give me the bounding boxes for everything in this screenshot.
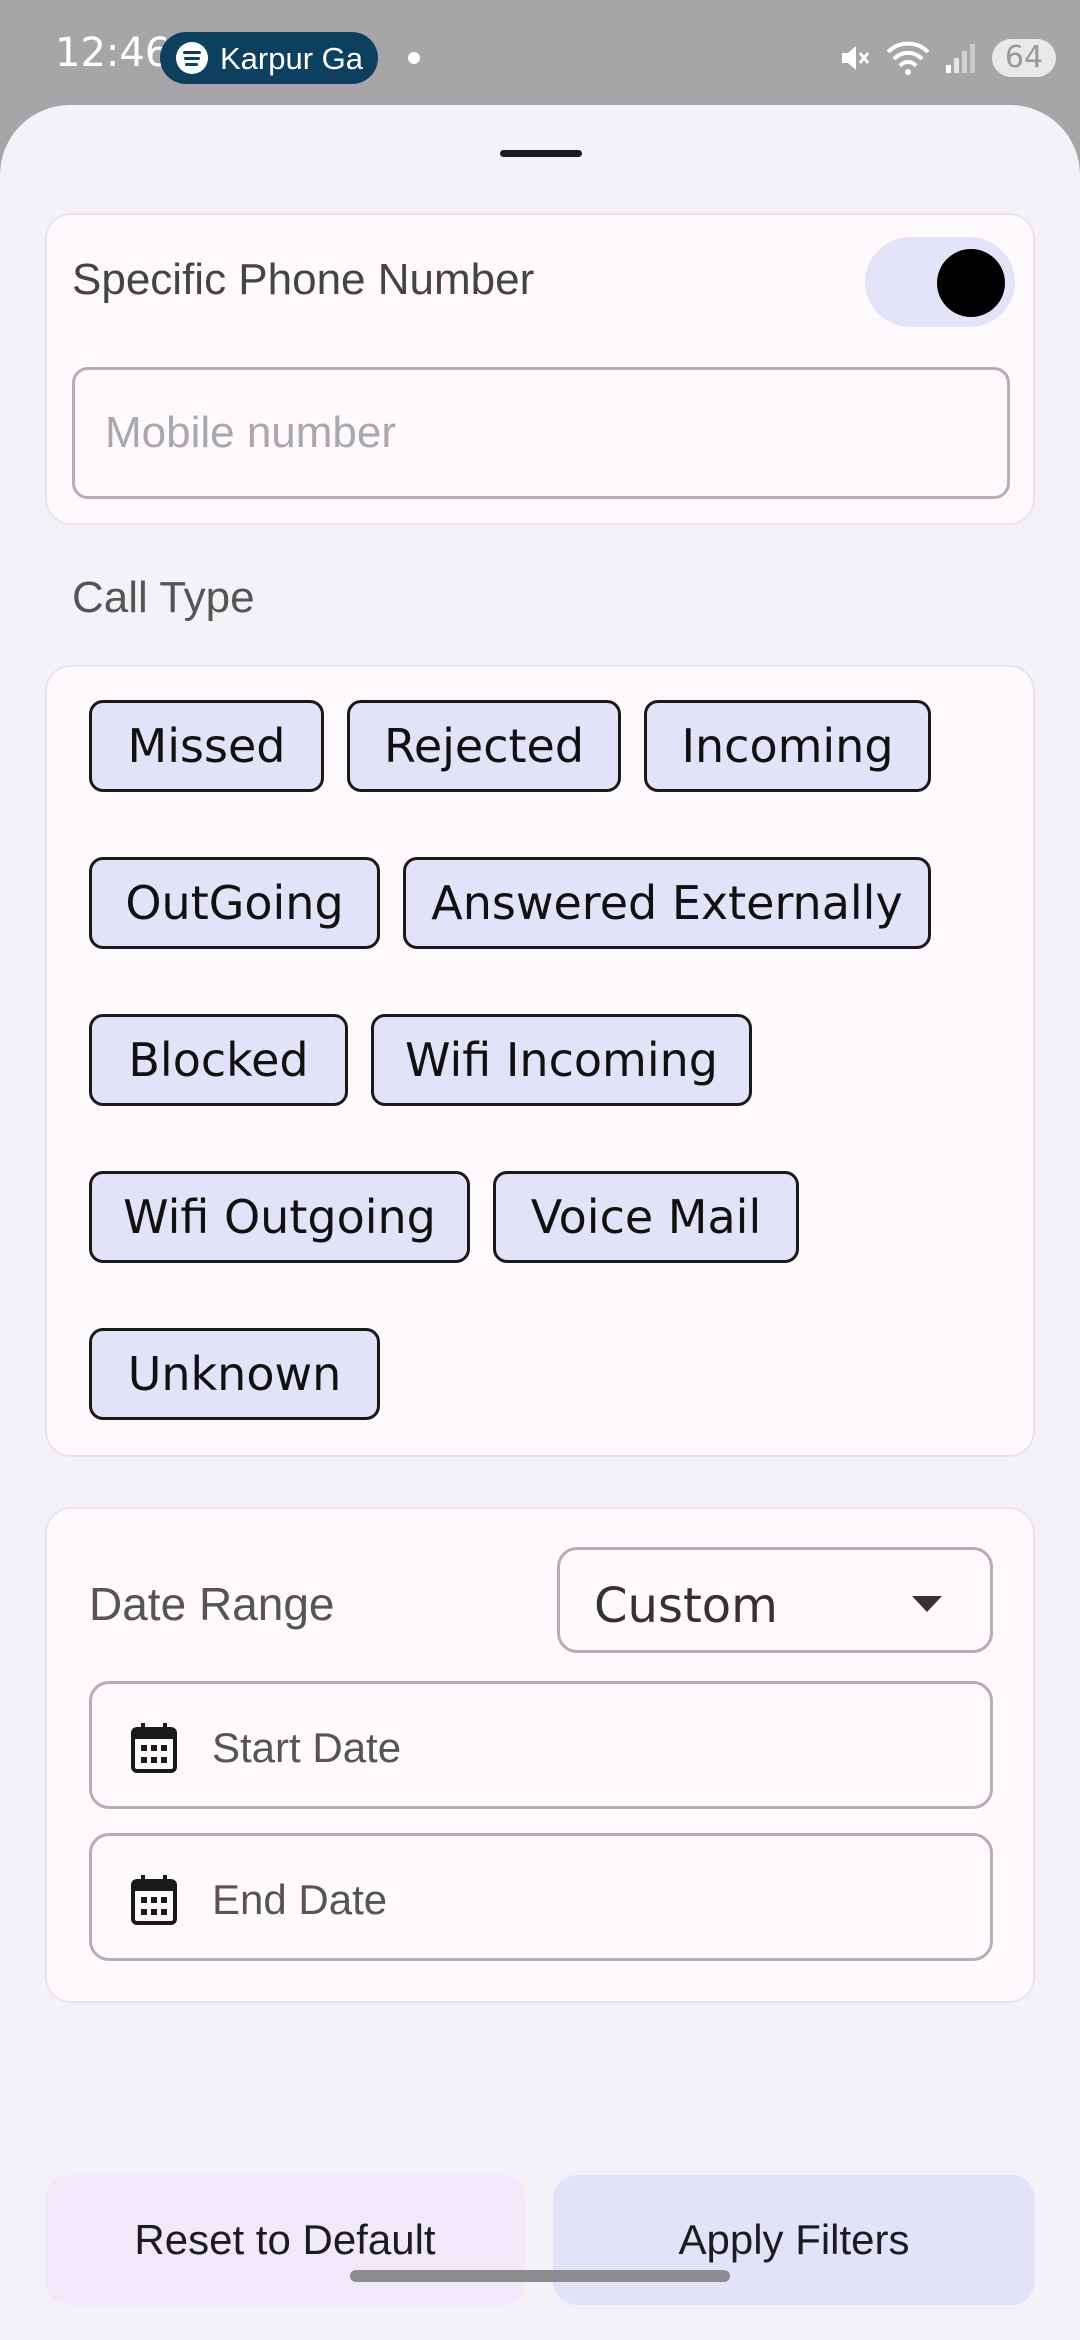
- phone-filter-title: Specific Phone Number: [72, 255, 535, 304]
- chip-unknown[interactable]: Unknown: [89, 1328, 380, 1420]
- calendar-icon: [131, 1875, 177, 1925]
- gesture-nav-bar[interactable]: [350, 2270, 730, 2282]
- chip-missed[interactable]: Missed: [89, 700, 324, 792]
- mute-icon: [842, 46, 870, 70]
- media-notification-chip[interactable]: Karpur Ga: [160, 32, 378, 84]
- signal-icon: [946, 44, 975, 73]
- apply-filters-button[interactable]: Apply Filters: [553, 2175, 1035, 2305]
- calendar-icon: [131, 1723, 177, 1773]
- status-time: 12:46: [55, 30, 171, 76]
- reset-to-default-button[interactable]: Reset to Default: [45, 2175, 525, 2305]
- chip-voice-mail[interactable]: Voice Mail: [493, 1171, 799, 1263]
- spotify-icon: [176, 42, 208, 74]
- notification-dot-icon: [408, 52, 420, 64]
- start-date-field[interactable]: Start Date: [89, 1681, 993, 1809]
- date-range-card: Date Range Custom Start Date End Date: [45, 1507, 1035, 2003]
- start-date-placeholder: Start Date: [212, 1724, 402, 1771]
- chip-answered-externally[interactable]: Answered Externally: [403, 857, 931, 949]
- media-chip-label: Karpur Ga: [220, 41, 364, 76]
- phone-number-card: Specific Phone Number: [45, 213, 1035, 525]
- mobile-number-input[interactable]: [72, 367, 1010, 499]
- battery-icon: 64: [992, 39, 1056, 77]
- call-type-label: Call Type: [72, 573, 255, 622]
- chip-wifi-outgoing[interactable]: Wifi Outgoing: [89, 1171, 470, 1263]
- chip-incoming[interactable]: Incoming: [644, 700, 931, 792]
- call-type-card: Missed Rejected Incoming OutGoing Answer…: [45, 665, 1035, 1457]
- date-range-label: Date Range: [89, 1578, 335, 1630]
- chip-outgoing[interactable]: OutGoing: [89, 857, 380, 949]
- end-date-field[interactable]: End Date: [89, 1833, 993, 1961]
- chip-blocked[interactable]: Blocked: [89, 1014, 348, 1106]
- wifi-icon: [886, 41, 930, 75]
- date-range-selected: Custom: [594, 1578, 778, 1634]
- date-range-dropdown[interactable]: Custom: [557, 1547, 993, 1653]
- chevron-down-icon: [912, 1596, 942, 1612]
- chip-rejected[interactable]: Rejected: [347, 700, 621, 792]
- end-date-placeholder: End Date: [212, 1876, 388, 1923]
- phone-filter-toggle[interactable]: [865, 237, 1015, 327]
- toggle-knob: [937, 249, 1005, 317]
- filter-bottom-sheet: Specific Phone Number Call Type Missed R…: [0, 105, 1080, 2340]
- status-icons: 64: [836, 36, 1056, 80]
- status-bar: 12:46 Karpur Ga 64: [0, 0, 1080, 110]
- chip-wifi-incoming[interactable]: Wifi Incoming: [371, 1014, 752, 1106]
- drag-handle[interactable]: [500, 150, 582, 157]
